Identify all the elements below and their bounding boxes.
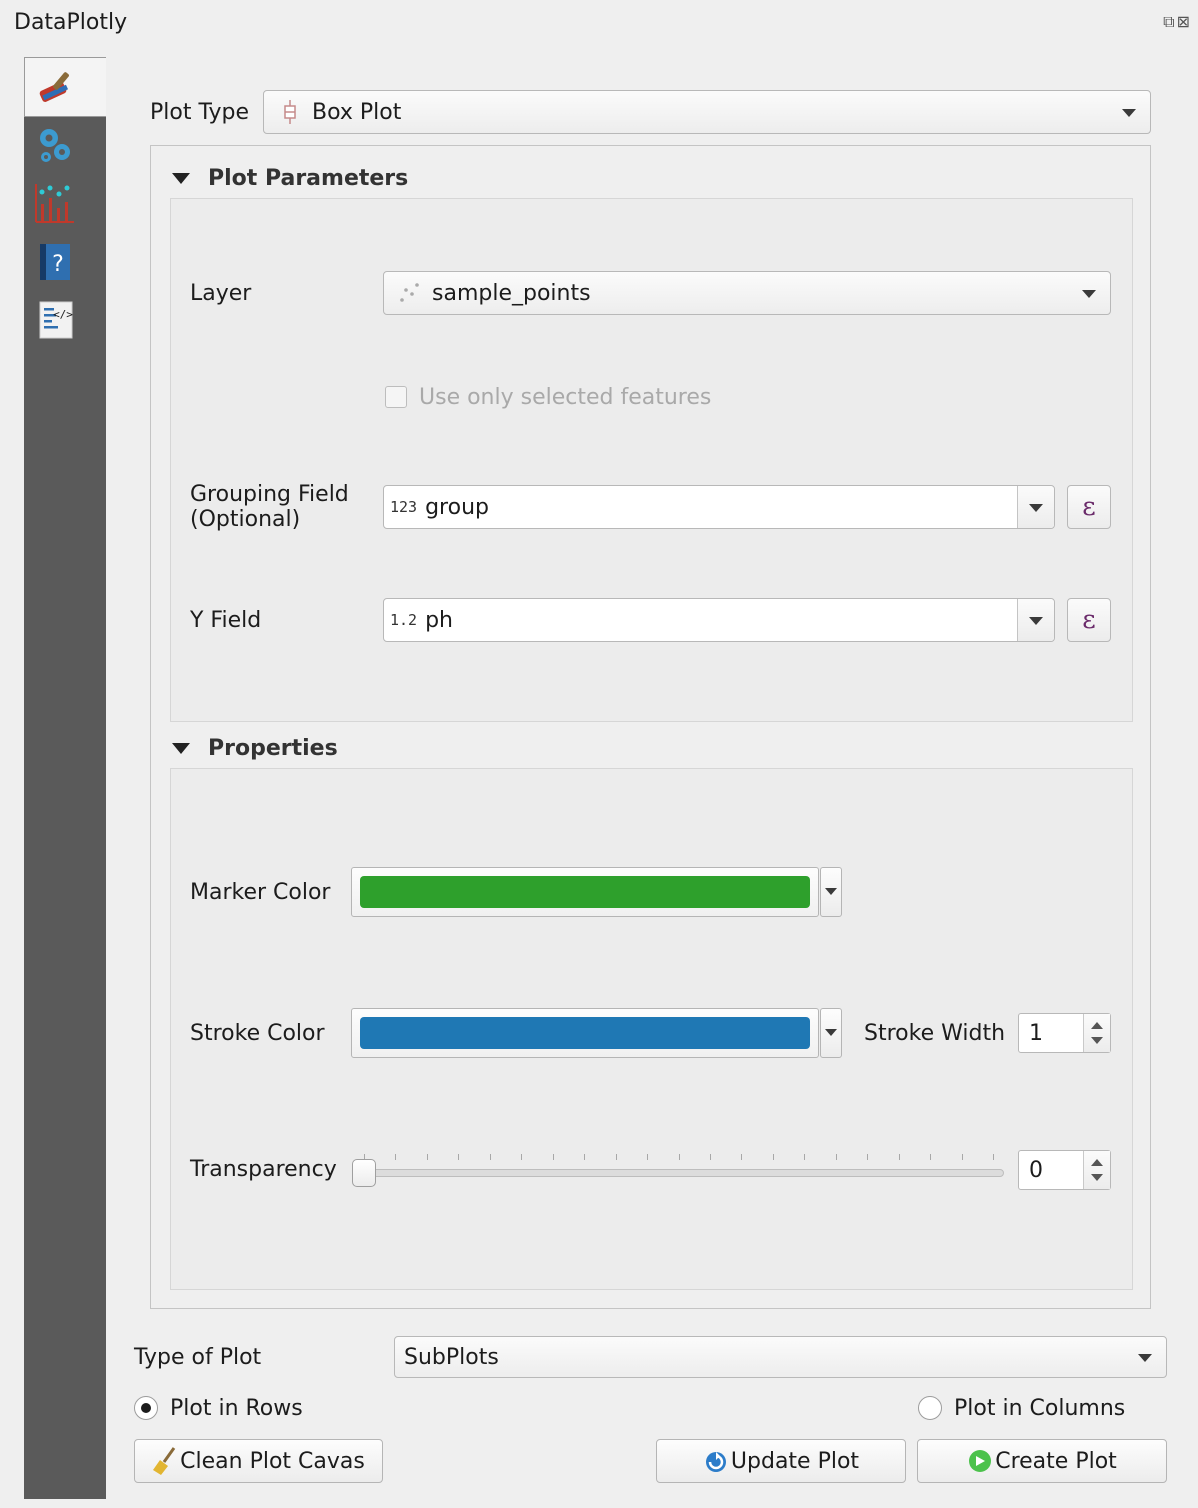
chevron-down-icon[interactable] xyxy=(1017,486,1054,528)
refresh-icon xyxy=(705,1452,726,1472)
collapse-triangle-icon xyxy=(172,172,190,184)
slider-tick xyxy=(961,1154,963,1160)
plot-parameters-title: Plot Parameters xyxy=(208,165,409,191)
y-field-value: ph xyxy=(425,607,454,633)
slider-tick xyxy=(552,1154,554,1160)
selected-features-checkbox[interactable] xyxy=(385,386,407,408)
window-controls: ⧉⊠ xyxy=(1163,12,1192,32)
slider-tick xyxy=(584,1154,586,1160)
spin-buttons[interactable] xyxy=(1083,1151,1110,1189)
clean-plot-canvas-label: Clean Plot Cavas xyxy=(180,1448,365,1474)
stroke-color-label: Stroke Color xyxy=(190,1021,325,1046)
slider-tick xyxy=(709,1154,711,1160)
slider-tick xyxy=(615,1154,617,1160)
slider-tick xyxy=(741,1154,743,1160)
slider-tick xyxy=(930,1154,932,1160)
float-icon[interactable]: ⧉ xyxy=(1163,12,1176,31)
stroke-color-swatch xyxy=(360,1017,810,1049)
clean-plot-canvas-button[interactable]: Clean Plot Cavas xyxy=(134,1439,383,1483)
slider-tick xyxy=(772,1154,774,1160)
chevron-down-icon xyxy=(1082,290,1096,298)
slider-tick xyxy=(898,1154,900,1160)
stroke-width-label: Stroke Width xyxy=(864,1021,1006,1046)
plot-in-rows-radio[interactable] xyxy=(134,1396,158,1420)
slider-tick xyxy=(867,1154,869,1160)
transparency-slider-groove[interactable] xyxy=(362,1169,1004,1177)
slider-tick xyxy=(489,1154,491,1160)
transparency-slider-handle[interactable] xyxy=(352,1159,376,1187)
update-plot-label: Update Plot xyxy=(730,1448,860,1474)
transparency-value: 0 xyxy=(1029,1157,1043,1183)
plot-type-value: Box Plot xyxy=(312,99,402,125)
layer-combo[interactable]: sample_points xyxy=(383,271,1111,315)
point-layer-icon xyxy=(400,283,419,302)
y-field-label: Y Field xyxy=(190,608,262,633)
slider-tick xyxy=(458,1154,460,1160)
slider-tick xyxy=(678,1154,680,1160)
transparency-label: Transparency xyxy=(190,1157,337,1182)
marker-color-button[interactable] xyxy=(351,867,819,917)
plot-in-rows-label: Plot in Rows xyxy=(170,1396,303,1421)
grouping-expression-button[interactable]: ε xyxy=(1067,485,1111,529)
create-plot-button[interactable]: Create Plot xyxy=(917,1439,1167,1483)
type-of-plot-combo[interactable]: SubPlots xyxy=(394,1336,1167,1378)
slider-tick xyxy=(835,1154,837,1160)
chevron-down-icon xyxy=(1122,109,1136,117)
y-expression-button[interactable]: ε xyxy=(1067,598,1111,642)
type-of-plot-label: Type of Plot xyxy=(134,1345,262,1370)
stroke-width-spinbox[interactable]: 1 xyxy=(1018,1013,1111,1053)
window-title: DataPlotly xyxy=(14,10,128,35)
box-plot-icon xyxy=(284,100,296,124)
slider-tick xyxy=(804,1154,806,1160)
marker-color-dropdown[interactable] xyxy=(820,867,842,917)
spin-buttons[interactable] xyxy=(1083,1014,1110,1052)
properties-title: Properties xyxy=(208,735,338,761)
decimal-field-icon: 1.2 xyxy=(390,611,418,629)
layer-label: Layer xyxy=(190,281,252,306)
slider-tick xyxy=(426,1154,428,1160)
slider-tick xyxy=(521,1154,523,1160)
update-plot-button[interactable]: Update Plot xyxy=(656,1439,906,1483)
plot-in-columns-radio[interactable] xyxy=(918,1396,942,1420)
y-field-combo[interactable]: 1.2 ph xyxy=(383,598,1055,642)
selected-features-label: Use only selected features xyxy=(419,385,712,410)
code-document-icon[interactable]: </> xyxy=(34,298,76,340)
stroke-width-value: 1 xyxy=(1029,1020,1043,1046)
layer-value: sample_points xyxy=(432,280,591,306)
svg-text:</>: </> xyxy=(53,308,73,321)
plot-type-combo[interactable]: Box Plot xyxy=(263,90,1151,134)
stroke-color-dropdown[interactable] xyxy=(820,1008,842,1058)
grouping-field-combo[interactable]: 123 group xyxy=(383,485,1055,529)
integer-field-icon: 123 xyxy=(390,498,418,516)
broom-icon xyxy=(153,1447,176,1475)
plot-in-columns-label: Plot in Columns xyxy=(954,1396,1126,1421)
stroke-color-button[interactable] xyxy=(351,1008,819,1058)
grouping-field-value: group xyxy=(425,494,489,520)
chevron-down-icon[interactable] xyxy=(1017,599,1054,641)
marker-color-swatch xyxy=(360,876,810,908)
grouping-field-label: Grouping Field xyxy=(190,482,349,507)
create-plot-label: Create Plot xyxy=(995,1448,1117,1474)
slider-tick xyxy=(647,1154,649,1160)
help-book-icon[interactable]: ? xyxy=(34,240,76,282)
paintbrush-icon[interactable] xyxy=(34,66,76,108)
create-icon xyxy=(969,1450,992,1472)
plot-type-label: Plot Type xyxy=(150,100,249,125)
slider-tick xyxy=(993,1154,994,1160)
grouping-field-label-optional: (Optional) xyxy=(190,507,301,532)
plot-parameters-header[interactable]: Plot Parameters xyxy=(172,165,408,191)
collapse-triangle-icon xyxy=(172,742,190,754)
marker-color-label: Marker Color xyxy=(190,880,331,905)
chevron-down-icon xyxy=(1138,1354,1152,1362)
close-icon[interactable]: ⊠ xyxy=(1177,12,1192,31)
transparency-spinbox[interactable]: 0 xyxy=(1018,1150,1111,1190)
gears-icon[interactable] xyxy=(34,124,76,166)
scatter-bars-icon[interactable] xyxy=(34,182,76,224)
slider-tick xyxy=(395,1154,397,1160)
properties-header[interactable]: Properties xyxy=(172,735,338,761)
svg-text:?: ? xyxy=(52,252,64,277)
type-of-plot-value: SubPlots xyxy=(404,1344,499,1370)
